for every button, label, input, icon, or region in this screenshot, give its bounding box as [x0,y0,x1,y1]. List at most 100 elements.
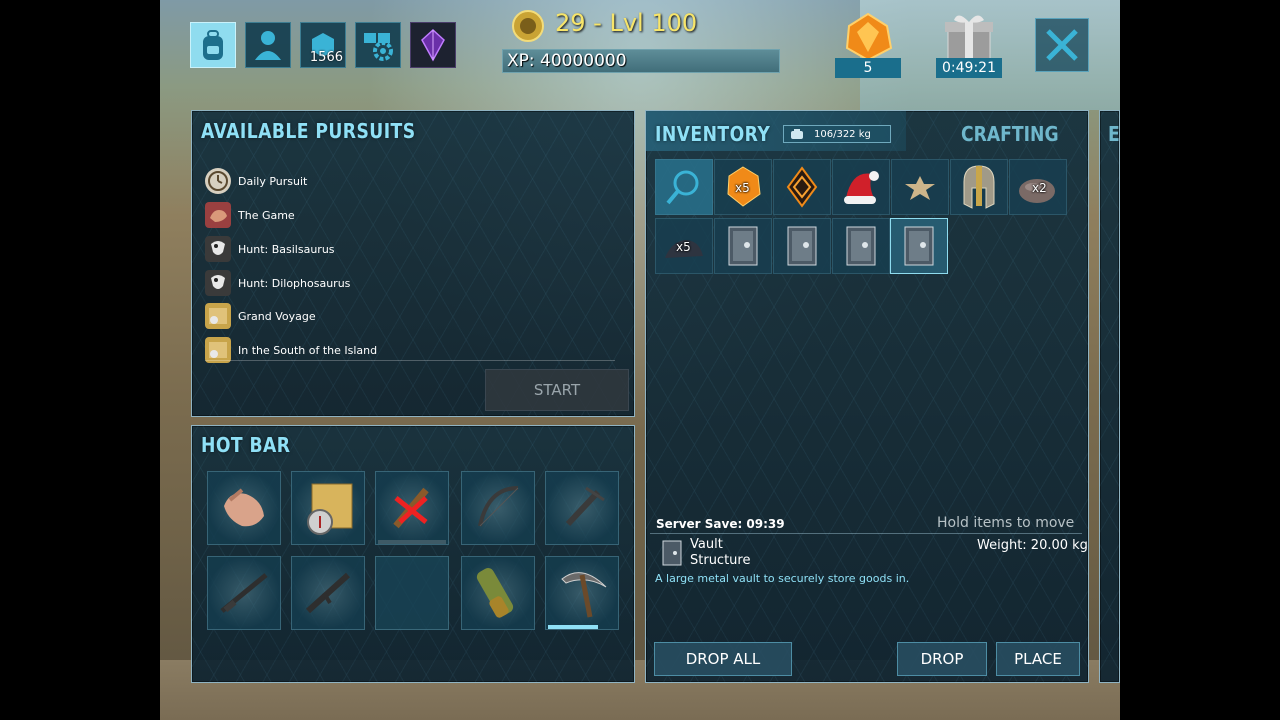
crafting-tab[interactable]: CRAFTING [961,122,1059,146]
pursuit-item-hunt-basilosaurus[interactable]: Hunt: Basilsaurus [205,235,335,263]
inventory-weight: 106/322 kg [783,125,891,143]
hand-icon [205,202,231,228]
pursuit-label: In the South of the Island [238,343,378,357]
weight-icon [791,129,803,139]
hotbar-slot-2[interactable] [291,471,365,545]
pursuit-label: Hunt: Basilsaurus [238,242,335,256]
inventory-slot[interactable]: x5 [655,218,713,274]
inventory-slot[interactable] [950,159,1008,215]
map-compass-icon [307,483,353,535]
inventory-slot[interactable] [714,218,772,274]
hand-icon [224,488,264,527]
inventory-slot-selected[interactable] [890,218,948,274]
inventory-slot[interactable]: x5 [714,159,772,215]
pursuit-item-daily[interactable]: Daily Pursuit [205,167,307,195]
next-tab-partial[interactable]: E [1108,122,1120,146]
selected-item-name: Vault Structure [690,537,751,568]
pursuits-title: AVAILABLE PURSUITS [201,119,416,143]
element-store-button[interactable] [410,22,456,68]
engrams-count: 1566 [309,50,343,65]
starfish-icon [905,176,935,200]
drop-all-button[interactable]: DROP ALL [654,642,792,676]
rifle-icon [220,573,268,613]
start-button[interactable]: START [485,369,629,411]
pursuit-item-the-game[interactable]: The Game [205,201,295,229]
dino-skull-icon [205,270,231,296]
inventory-slot[interactable] [773,159,831,215]
close-button[interactable] [1035,18,1089,72]
inventory-slot[interactable] [832,159,890,215]
hotbar-slot-1[interactable] [207,471,281,545]
shotgun-icon [305,572,351,614]
pursuit-item-grand-voyage[interactable]: Grand Voyage [205,302,316,330]
gift-timer: 0:49:21 [936,58,1002,78]
gear-icon [364,33,393,61]
drop-button[interactable]: DROP [897,642,987,676]
amber-crystal-icon [845,12,893,62]
inventory-slot[interactable] [891,159,949,215]
player-level: 29 - Lvl 100 [555,9,698,37]
weight-text: 106/322 kg [814,128,871,140]
inventory-slot[interactable] [832,218,890,274]
inventory-search-button[interactable] [655,159,713,215]
gift-button[interactable]: 0:49:21 [936,10,1002,78]
torch-icon [393,487,429,529]
spyglass-icon [476,568,514,618]
xp-bar: XP: 40000000 [502,49,780,73]
hotbar-slot-7[interactable] [291,556,365,630]
tribe-settings-button[interactable] [355,22,401,68]
dino-skull-icon [205,236,231,262]
vault-icon [846,226,876,266]
vault-icon [904,226,934,266]
vault-icon [787,226,817,266]
pursuit-label: The Game [238,208,295,222]
pickaxe-icon [561,572,607,618]
map-icon [205,303,231,329]
close-icon [1046,29,1078,61]
vault-icon [662,540,682,566]
pursuit-label: Hunt: Dilophosaurus [238,276,351,290]
bow-icon [478,486,519,527]
hotbar-panel [191,425,635,683]
selected-item-weight: Weight: 20.00 kg [977,538,1088,553]
gift-box-icon [945,15,993,61]
item-quantity: x2 [1032,181,1047,195]
pursuit-item-hunt-dilophosaurus[interactable]: Hunt: Dilophosaurus [205,269,350,297]
inventory-slot[interactable] [773,218,831,274]
hotbar-slot-8[interactable] [375,556,449,630]
santa-hat-icon [844,171,879,204]
pursuit-label: Daily Pursuit [238,174,308,188]
hotbar-slot-9[interactable] [461,556,535,630]
metal-helmet-icon [963,165,995,209]
hotbar-slot-10[interactable] [545,556,619,630]
person-icon [255,31,281,60]
inventory-title: INVENTORY [655,122,771,146]
hotbar-slot-6[interactable] [207,556,281,630]
server-save-text: Server Save: 09:39 [656,517,785,531]
hotbar-slot-4[interactable] [461,471,535,545]
xp-text: XP: 40000000 [507,51,627,71]
level-badge-icon [512,10,544,42]
hotbar-title: HOT BAR [201,433,291,457]
inventory-slot[interactable]: x2 [1009,159,1067,215]
hotbar-slot-3[interactable] [375,471,449,545]
crossbow-icon [565,486,605,527]
element-shop-button[interactable]: 5 [835,10,901,78]
purple-crystal-icon [421,28,445,62]
place-button[interactable]: PLACE [996,642,1080,676]
pursuits-divider [205,360,615,361]
orange-crystal-icon [786,166,818,208]
durability-bar [548,625,598,629]
hold-items-hint: Hold items to move [937,515,1075,531]
item-quantity: x5 [676,240,691,254]
backpack-icon [203,30,223,60]
item-quantity: x5 [735,181,750,195]
character-button[interactable] [245,22,291,68]
pursuit-label: Grand Voyage [238,309,316,323]
search-icon [666,170,699,205]
inventory-backpack-button[interactable] [190,22,236,68]
next-panel-partial [1099,110,1120,683]
durability-bar [378,540,446,544]
hotbar-slot-5[interactable] [545,471,619,545]
engrams-button[interactable]: 1566 [300,22,346,68]
